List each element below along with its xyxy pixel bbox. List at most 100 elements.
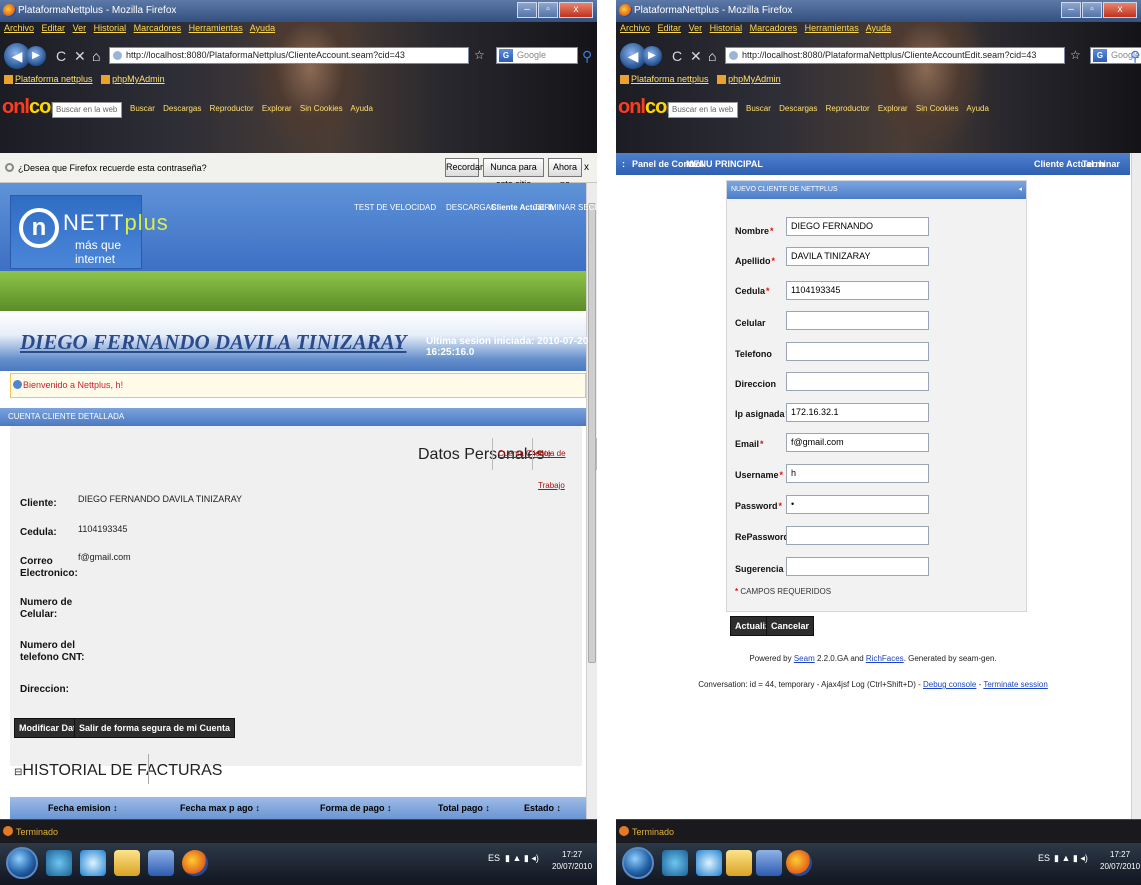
internet-explorer-icon[interactable] xyxy=(696,850,722,876)
ip-asignada-field[interactable]: 172.16.32.1 xyxy=(786,403,929,422)
language-indicator[interactable]: ES xyxy=(1038,853,1050,863)
folder-icon[interactable] xyxy=(726,850,752,876)
system-clock[interactable]: 17:27 20/07/2010 xyxy=(1100,849,1140,873)
menu-archivo[interactable]: Archivo xyxy=(4,23,34,33)
logout-link[interactable]: Terminar Sesion xyxy=(1082,153,1130,197)
terminate-session-link[interactable]: Terminate session xyxy=(983,680,1047,689)
remember-button[interactable]: Recordar xyxy=(445,158,483,177)
username-field[interactable]: h xyxy=(786,464,929,483)
bookmark-plataforma[interactable]: Plataforma nettplus xyxy=(631,74,709,84)
toolbar-reproductor[interactable]: Reproductor xyxy=(210,104,254,113)
tray-icons[interactable]: ▮ ▲ ▮ ◂) xyxy=(1054,853,1088,864)
page-scrollbar[interactable] xyxy=(586,183,597,819)
search-engine-box[interactable]: G Google xyxy=(496,47,578,64)
sugerencia-clave-field[interactable] xyxy=(786,557,929,576)
toolbar-ayuda[interactable]: Ayuda xyxy=(350,104,373,113)
url-bar[interactable]: http://localhost:8080/PlataformaNettplus… xyxy=(725,47,1065,64)
menu-ver[interactable]: Ver xyxy=(689,23,703,33)
search-icon[interactable]: ⚲ xyxy=(582,48,592,65)
search-icon[interactable]: ⚲ xyxy=(1130,48,1140,65)
bookmark-phpmyadmin[interactable]: phpMyAdmin xyxy=(112,74,165,84)
start-button[interactable] xyxy=(6,847,38,879)
web-search-input[interactable]: Buscar en la web xyxy=(668,102,738,118)
downloads-link[interactable]: DESCARGAS xyxy=(446,203,496,212)
menu-herramientas[interactable]: Herramientas xyxy=(189,23,243,33)
email-field[interactable]: f@gmail.com xyxy=(786,433,929,452)
toolbar-buscar[interactable]: Buscar xyxy=(130,104,155,113)
col-forma-de-pago[interactable]: Forma de pago ↕ xyxy=(320,797,392,819)
toolbar-descargas[interactable]: Descargas xyxy=(163,104,201,113)
close-notification-icon[interactable]: x xyxy=(584,153,589,183)
cancel-button[interactable]: Cancelar xyxy=(766,616,815,636)
bookmark-plataforma[interactable]: Plataforma nettplus xyxy=(15,74,93,84)
toolbar-buscar[interactable]: Buscar xyxy=(746,104,771,113)
bookmark-star-icon[interactable]: ☆ xyxy=(474,48,485,62)
bookmark-star-icon[interactable]: ☆ xyxy=(1070,48,1081,62)
toolbar-sin-cookies[interactable]: Sin Cookies xyxy=(300,104,343,113)
menu-ayuda[interactable]: Ayuda xyxy=(866,23,891,33)
col-estado[interactable]: Estado ↕ xyxy=(524,797,561,819)
word-icon[interactable] xyxy=(756,850,782,876)
taskbar-app-icon[interactable] xyxy=(662,850,688,876)
word-icon[interactable] xyxy=(148,850,174,876)
toolbar-descargas[interactable]: Descargas xyxy=(779,104,817,113)
system-clock[interactable]: 17:27 20/07/2010 xyxy=(552,849,592,873)
debug-console-link[interactable]: Debug console xyxy=(923,680,976,689)
tab-hoja-de-trabajo[interactable]: Hoja de Trabajo xyxy=(532,438,597,490)
not-now-button[interactable]: Ahora no xyxy=(548,158,582,189)
apellido-field[interactable]: DAVILA TINIZARAY xyxy=(786,247,929,266)
home-icon[interactable]: ⌂ xyxy=(708,48,716,64)
home-icon[interactable]: ⌂ xyxy=(92,48,100,64)
page-scrollbar[interactable] xyxy=(1131,153,1141,819)
cedula-field[interactable]: 1104193345 xyxy=(786,281,929,300)
forward-button[interactable]: ▶ xyxy=(642,46,662,66)
menu-editar[interactable]: Editar xyxy=(42,23,66,33)
toolbar-explorar[interactable]: Explorar xyxy=(262,104,292,113)
repassword-field[interactable] xyxy=(786,526,929,545)
menu-ver[interactable]: Ver xyxy=(73,23,87,33)
password-field[interactable]: • xyxy=(786,495,929,514)
close-button[interactable]: x xyxy=(1103,2,1137,18)
col-total-pago[interactable]: Total pago ↕ xyxy=(438,797,490,819)
restore-button[interactable]: ▫ xyxy=(1082,2,1102,18)
never-for-site-button[interactable]: Nunca para este sitio xyxy=(483,158,544,189)
restore-button[interactable]: ▫ xyxy=(538,2,558,18)
tray-icons[interactable]: ▮ ▲ ▮ ◂) xyxy=(505,853,539,864)
start-button[interactable] xyxy=(622,847,654,879)
col-fecha-max-pago[interactable]: Fecha max p ago ↕ xyxy=(180,797,260,819)
reload-icon[interactable]: C xyxy=(56,48,66,64)
menu-editar[interactable]: Editar xyxy=(658,23,682,33)
seam-link[interactable]: Seam xyxy=(794,654,815,663)
scrollbar-thumb[interactable] xyxy=(588,203,596,663)
menu-herramientas[interactable]: Herramientas xyxy=(805,23,859,33)
web-search-input[interactable]: Buscar en la web xyxy=(52,102,122,118)
direccion-field[interactable] xyxy=(786,372,929,391)
celular-field[interactable] xyxy=(786,311,929,330)
minimize-button[interactable]: – xyxy=(1061,2,1081,18)
logout-link[interactable]: TERMINAR SECION xyxy=(534,203,597,212)
toolbar-ayuda[interactable]: Ayuda xyxy=(966,104,989,113)
taskbar-app-icon[interactable] xyxy=(46,850,72,876)
nombre-field[interactable]: DIEGO FERNANDO xyxy=(786,217,929,236)
firefox-taskbar-icon[interactable] xyxy=(182,850,208,876)
menu-archivo[interactable]: Archivo xyxy=(620,23,650,33)
menu-historial[interactable]: Historial xyxy=(94,23,127,33)
secure-logout-button[interactable]: Salir de forma segura de mi Cuenta xyxy=(74,718,236,738)
folder-icon[interactable] xyxy=(114,850,140,876)
toolbar-explorar[interactable]: Explorar xyxy=(878,104,908,113)
url-bar[interactable]: http://localhost:8080/PlataformaNettplus… xyxy=(109,47,469,64)
speed-test-link[interactable]: TEST DE VELOCIDAD xyxy=(354,203,436,212)
bookmark-phpmyadmin[interactable]: phpMyAdmin xyxy=(728,74,781,84)
toolbar-reproductor[interactable]: Reproductor xyxy=(826,104,870,113)
menu-marcadores[interactable]: Marcadores xyxy=(750,23,798,33)
stop-icon[interactable]: ✕ xyxy=(74,48,86,65)
menu-ayuda[interactable]: Ayuda xyxy=(250,23,275,33)
reload-icon[interactable]: C xyxy=(672,48,682,64)
toolbar-sin-cookies[interactable]: Sin Cookies xyxy=(916,104,959,113)
stop-icon[interactable]: ✕ xyxy=(690,48,702,65)
internet-explorer-icon[interactable] xyxy=(80,850,106,876)
telefono-field[interactable] xyxy=(786,342,929,361)
collapse-icon[interactable]: ◂ xyxy=(1018,181,1022,199)
language-indicator[interactable]: ES xyxy=(488,853,500,863)
menu-historial[interactable]: Historial xyxy=(710,23,743,33)
